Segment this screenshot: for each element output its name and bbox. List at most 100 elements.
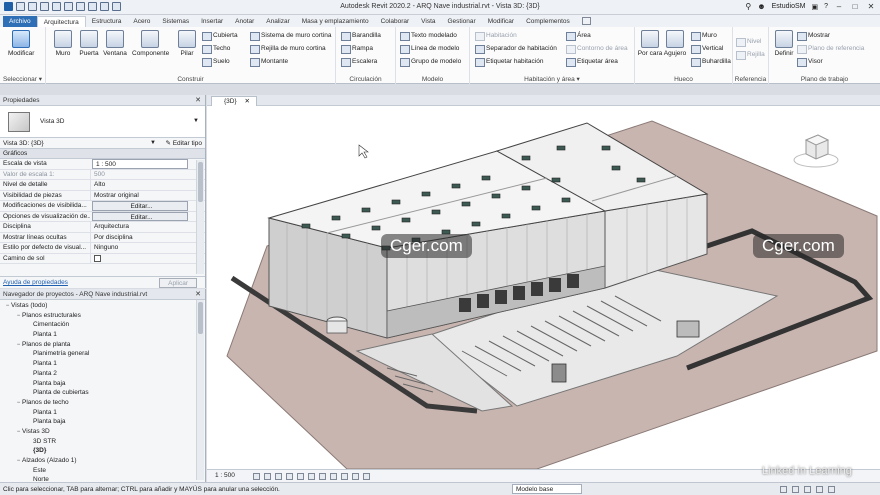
select-by-face-icon[interactable] [816,486,823,493]
view-scale[interactable]: 1 : 500 [215,472,235,479]
tab-complementos[interactable]: Complementos [520,16,576,27]
column-button[interactable]: Pilar [174,30,200,57]
discipline-value[interactable]: Arquitectura [90,222,193,232]
display-options-edit-button[interactable]: Editar... [92,211,188,221]
analytical-model-icon[interactable] [363,473,370,480]
stair-button[interactable]: Escalera [341,56,377,67]
tree-item[interactable]: Planta de cubiertas [0,388,205,398]
properties-help-link[interactable]: Ayuda de propiedades [3,279,68,286]
close-button[interactable]: ✕ [866,2,876,11]
modify-button[interactable]: Modificar [8,30,34,57]
shadows-icon[interactable] [286,473,293,480]
area-boundary-button[interactable]: Contorno de área [566,43,628,54]
window-button[interactable]: Ventana [100,30,130,57]
ceiling-button[interactable]: Techo [202,43,230,54]
grid-button[interactable]: Rejilla [736,49,765,60]
select-links-icon[interactable] [780,486,787,493]
detail-level-icon[interactable] [253,473,260,480]
user-name[interactable]: EstudioSM [772,3,806,10]
model-line-button[interactable]: Línea de modelo [400,43,459,54]
tab-modificar[interactable]: Modificar [482,16,520,27]
shaft-button[interactable]: Agujero [663,30,687,57]
search-icon[interactable]: ⚲ [745,2,751,11]
close-icon[interactable]: ✕ [195,95,201,106]
curtain-grid-button[interactable]: Rejilla de muro cortina [250,43,326,54]
close-tab-icon[interactable]: ✕ [244,98,249,105]
ribbon-toggle-icon[interactable] [581,17,591,25]
viewcube[interactable] [792,130,840,172]
crop-view-icon[interactable] [308,473,315,480]
show-crop-icon[interactable] [319,473,326,480]
tab-anotar[interactable]: Anotar [229,16,260,27]
tab-archivo[interactable]: Archivo [3,16,37,27]
room-area-group-label[interactable]: Habitación y área ▾ [470,75,634,83]
component-button[interactable]: Componente [132,30,169,57]
tree-item[interactable]: {3D} [0,446,205,456]
user-icon[interactable]: ☻ [757,2,765,11]
sun-path-icon[interactable] [275,473,282,480]
tab-gestionar[interactable]: Gestionar [442,16,482,27]
ramp-button[interactable]: Rampa [341,43,373,54]
view-tab-3d[interactable]: {3D} ✕ [211,96,257,106]
tag-area-button[interactable]: Etiquetar área [566,56,618,67]
browser-scrollbar[interactable] [196,300,204,480]
tab-arquitectura[interactable]: Arquitectura [36,16,86,27]
tree-item[interactable]: Planta 1 [0,408,205,418]
ref-plane-button[interactable]: Plano de referencia [797,43,864,54]
curtain-system-button[interactable]: Sistema de muro cortina [250,30,331,41]
show-workplane-button[interactable]: Mostrar [797,30,830,41]
edit-type-button[interactable]: ✎ Editar tipo [165,138,202,149]
close-icon[interactable]: ✕ [195,289,201,300]
door-button[interactable]: Puerta [76,30,102,57]
maximize-button[interactable]: □ [850,2,860,11]
model-group-button[interactable]: Grupo de modelo [400,56,461,67]
hidden-lines-value[interactable]: Por disciplina [90,232,193,242]
minimize-button[interactable]: – [834,2,844,11]
model-text-button[interactable]: Texto modelado [400,30,457,41]
by-face-button[interactable]: Por cara [637,30,663,57]
wall-opening-button[interactable]: Muro [691,30,717,41]
type-selector[interactable]: Vista 3D ▼ [0,106,205,138]
tab-insertar[interactable]: Insertar [195,16,229,27]
mullion-button[interactable]: Montante [250,56,288,67]
visual-style-icon[interactable] [264,473,271,480]
tree-item[interactable]: − Planos de planta [0,340,205,350]
floor-button[interactable]: Suelo [202,56,230,67]
tab-masa-emplazamiento[interactable]: Masa y emplazamiento [296,16,375,27]
tree-item[interactable]: Planta baja [0,379,205,389]
tab-analizar[interactable]: Analizar [260,16,295,27]
select-dropdown[interactable]: Seleccionar ▾ [0,75,45,83]
select-underlay-icon[interactable] [792,486,799,493]
roof-button[interactable]: Cubierta [202,30,238,41]
area-button[interactable]: Área [566,30,591,41]
tree-item[interactable]: − Planos de techo [0,398,205,408]
railing-button[interactable]: Barandilla [341,30,381,41]
detail-level-value[interactable]: Alto [90,180,193,190]
tree-item[interactable]: − Vistas 3D [0,427,205,437]
tree-item[interactable]: Planta 1 [0,330,205,340]
tag-room-button[interactable]: Etiquetar habitación [475,56,543,67]
lock-view-icon[interactable] [330,473,337,480]
instance-selector[interactable]: Vista 3D: {3D} ▼ ✎ Editar tipo [0,138,205,149]
dormer-button[interactable]: Buhardilla [691,56,731,67]
tab-estructura[interactable]: Estructura [86,16,128,27]
default-style-value[interactable]: Ninguno [90,243,193,253]
apply-button[interactable]: Aplicar [159,278,197,288]
tree-item[interactable]: − Planos estructurales [0,311,205,321]
wall-button[interactable]: Muro [50,30,76,57]
tree-item[interactable]: Planta 1 [0,359,205,369]
tab-sistemas[interactable]: Sistemas [156,16,195,27]
tree-item[interactable]: − Alzados (Alzado 1) [0,456,205,466]
temporary-hide-icon[interactable] [341,473,348,480]
reveal-hidden-icon[interactable] [352,473,359,480]
tab-vista[interactable]: Vista [415,16,441,27]
render-icon[interactable] [297,473,304,480]
tree-item[interactable]: Planimetría general [0,349,205,359]
model-selector[interactable]: Modelo base [512,484,582,494]
cart-icon[interactable]: ▣ [811,3,818,11]
tree-item[interactable]: Planta baja [0,417,205,427]
level-button[interactable]: Nivel [736,36,761,47]
tree-item[interactable]: − Vistas (todo) [0,301,205,311]
room-button[interactable]: Habitación [475,30,517,41]
3d-viewport[interactable]: Cger.com Cger.com [207,106,880,469]
